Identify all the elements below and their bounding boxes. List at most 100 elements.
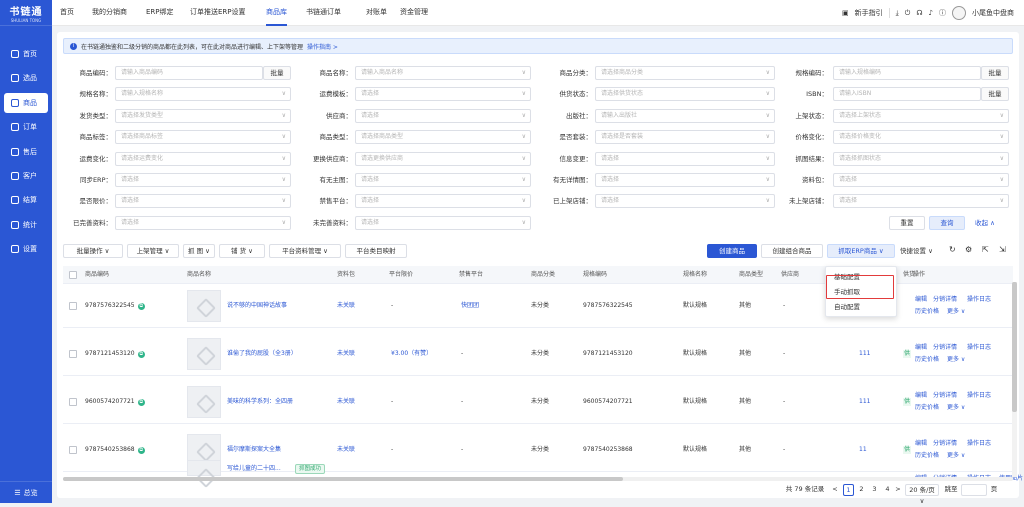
row-checkbox[interactable] [69, 446, 77, 454]
filter-input[interactable]: 请选择 ∨ [595, 173, 775, 187]
scroll-thumb[interactable] [63, 477, 623, 481]
filter-input[interactable]: 请选择 ∨ [355, 173, 531, 187]
filter-input[interactable]: 请选更换供应商 ∨ [355, 151, 531, 166]
toolbar-button-2[interactable]: 抓 图 ∨ [183, 244, 215, 258]
copy-icon[interactable]: ⧉ [137, 399, 145, 406]
stock-count[interactable]: 111 [859, 350, 870, 358]
sidebar-item-5[interactable]: 客户 [0, 166, 52, 186]
toolbar-button-5[interactable]: 平台类目映射 [345, 244, 407, 258]
vertical-scrollbar[interactable] [1012, 282, 1017, 477]
product-thumbnail[interactable] [187, 290, 221, 322]
guide-link[interactable]: 新手指引 [855, 8, 883, 18]
toolbar-button-3[interactable]: 铺 货 ∨ [219, 244, 265, 258]
filter-input[interactable]: 请选择 ∨ [355, 194, 531, 209]
copy-icon[interactable]: ⧉ [137, 447, 145, 454]
page-1[interactable]: 1 [843, 484, 854, 496]
op-edit[interactable]: 编辑 [915, 392, 927, 400]
shop-name[interactable]: 小尾鱼中盘商 [972, 8, 1014, 18]
row-checkbox[interactable] [69, 302, 77, 310]
page-4[interactable]: 4 [882, 484, 893, 496]
tab-6[interactable]: 对账单 [366, 0, 387, 26]
sidebar-item-2[interactable]: 商品 [4, 92, 48, 113]
op-edit[interactable]: 编辑 [915, 440, 927, 448]
filter-input[interactable]: 请选择价格变化 ∨ [833, 130, 1009, 145]
row-checkbox[interactable] [69, 350, 77, 358]
filter-input[interactable]: 请选择 ∨ [833, 194, 1009, 209]
gear-icon[interactable]: ⚙ [965, 246, 972, 254]
power-icon[interactable]: ⏻ [905, 9, 911, 18]
fetch-erp-button[interactable]: 抓取ERP商品 ∨ [827, 244, 895, 258]
goto-input[interactable] [961, 484, 987, 496]
goods-name[interactable]: 谁偷了我的屁股（全3册） [227, 350, 297, 358]
filter-input[interactable]: 请输入出版社 ∨ [595, 108, 775, 123]
op-history-price[interactable]: 历史价格 [915, 308, 939, 316]
op-dist-detail[interactable]: 分销详情 [933, 344, 957, 352]
sidebar-item-6[interactable]: 结算 [0, 190, 52, 210]
op-log[interactable]: 操作日志 [967, 440, 991, 448]
sidebar-item-1[interactable]: 选品 [0, 68, 52, 88]
product-thumbnail[interactable] [187, 338, 221, 370]
batch-button[interactable]: 批量 [981, 87, 1009, 102]
op-dist-detail[interactable]: 分销详情 [933, 440, 957, 448]
filter-input[interactable]: 请选择运费变化 ∨ [115, 151, 291, 166]
select-all-checkbox[interactable] [69, 271, 77, 279]
prev-page[interactable]: < [831, 484, 839, 496]
tab-0[interactable]: 首页 [60, 0, 74, 26]
goods-name[interactable]: 说不够的中国神话故事 [227, 302, 287, 310]
stock-count[interactable]: 111 [859, 398, 870, 406]
goods-name[interactable]: 写给儿童的二十四... [227, 465, 281, 473]
copy-icon[interactable]: ⧉ [137, 351, 145, 358]
tab-5[interactable]: 书链通订单 [306, 0, 341, 26]
filter-input[interactable]: 请选择 ∨ [355, 108, 531, 123]
monitor-icon[interactable]: ▣ [842, 9, 849, 17]
tab-7[interactable]: 资金管理 [400, 0, 428, 26]
filter-input[interactable]: 请输入规格编码 [833, 66, 981, 80]
filter-input[interactable]: 请输入ISBN [833, 87, 981, 102]
next-page[interactable]: > [894, 484, 902, 496]
product-thumbnail[interactable] [187, 386, 221, 418]
op-edit[interactable]: 编辑 [915, 296, 927, 304]
download-icon[interactable]: ⤓ [896, 9, 899, 18]
filter-input[interactable]: 请选择商品类型 ∨ [355, 130, 531, 145]
avatar[interactable] [952, 6, 966, 20]
filter-input[interactable]: 请选择商品分类 ∨ [595, 66, 775, 80]
export-icon[interactable]: ⇱ [982, 246, 989, 254]
filter-input[interactable]: 请选择 ∨ [115, 194, 291, 209]
page-3[interactable]: 3 [869, 484, 880, 496]
create-goods-button[interactable]: 创建商品 [707, 244, 757, 258]
op-edit[interactable]: 编辑 [915, 344, 927, 352]
sidebar-item-4[interactable]: 售后 [0, 142, 52, 162]
create-combo-button[interactable]: 创建组合商品 [761, 244, 823, 258]
op-more[interactable]: 更多 ∨ [947, 404, 965, 412]
filter-input[interactable]: 请选择抓图状态 ∨ [833, 151, 1009, 166]
collapse-filters[interactable]: 收起 ∧ [975, 219, 995, 227]
op-log[interactable]: 操作日志 [967, 296, 991, 304]
info-icon[interactable]: ⓘ [939, 8, 946, 18]
op-more[interactable]: 更多 ∨ [947, 308, 965, 316]
filter-input[interactable]: 请选择发货类型 ∨ [115, 108, 291, 123]
filter-input[interactable]: 请选择 ∨ [833, 173, 1009, 187]
batch-button[interactable]: 批量 [981, 66, 1009, 80]
quick-settings[interactable]: 快捷设置 ∨ [900, 247, 933, 255]
page-2[interactable]: 2 [856, 484, 867, 496]
filter-input[interactable]: 请选择 ∨ [595, 151, 775, 166]
guide-link[interactable]: 操作指南 > [307, 42, 338, 51]
scroll-thumb[interactable] [1012, 282, 1017, 412]
package-status[interactable]: 未关联 [337, 350, 355, 358]
bell-icon[interactable]: ♪ [929, 9, 933, 17]
toolbar-button-1[interactable]: 上架管理 ∨ [127, 244, 179, 258]
op-history-price[interactable]: 历史价格 [915, 404, 939, 412]
op-log[interactable]: 操作日志 [967, 344, 991, 352]
row-checkbox[interactable] [69, 398, 77, 406]
filter-input[interactable]: 请选择 ∨ [355, 87, 531, 102]
product-thumbnail[interactable] [187, 460, 221, 476]
package-status[interactable]: 未关联 [337, 398, 355, 406]
sidebar-item-3[interactable]: 订单 [0, 117, 52, 137]
op-dist-detail[interactable]: 分销详情 [933, 392, 957, 400]
op-more[interactable]: 更多 ∨ [947, 452, 965, 460]
op-history-price[interactable]: 历史价格 [915, 356, 939, 364]
tab-1[interactable]: 我的分销商 [92, 0, 127, 26]
toolbar-button-4[interactable]: 平台资料管理 ∨ [269, 244, 341, 258]
search-button[interactable]: 查询 [929, 216, 965, 230]
copy-icon[interactable]: ⧉ [137, 303, 145, 310]
